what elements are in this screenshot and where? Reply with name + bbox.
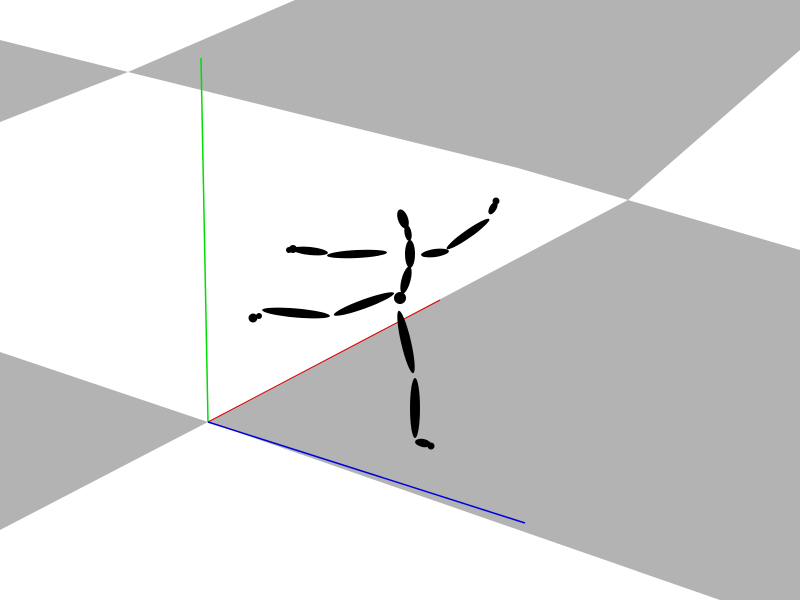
figure-right-foot xyxy=(427,442,435,450)
figure-left-hand xyxy=(286,247,292,253)
floor-tile-dark xyxy=(128,0,800,200)
figure-left-foot xyxy=(256,313,262,319)
figure-chest xyxy=(405,240,415,268)
figure-right-upper-arm xyxy=(421,248,449,258)
floor-tile-dark xyxy=(0,40,128,122)
figure-right-hand xyxy=(492,197,500,205)
y-axis-line xyxy=(200,57,209,423)
figure-abdomen xyxy=(400,266,412,294)
figure-hip xyxy=(394,292,406,304)
figure-left-foot xyxy=(248,313,258,323)
figure-left-forearm xyxy=(292,246,328,256)
floor-tile-dark xyxy=(0,352,208,530)
figure-right-shin xyxy=(410,378,420,438)
figure-left-shin xyxy=(262,307,330,319)
figure-left-upper-arm xyxy=(327,249,387,259)
3d-viewport[interactable] xyxy=(0,0,800,600)
figure-left-thigh xyxy=(333,292,395,316)
figure-right-forearm xyxy=(446,218,490,250)
floor-tile-dark xyxy=(208,200,800,600)
scene-canvas[interactable] xyxy=(0,0,800,600)
